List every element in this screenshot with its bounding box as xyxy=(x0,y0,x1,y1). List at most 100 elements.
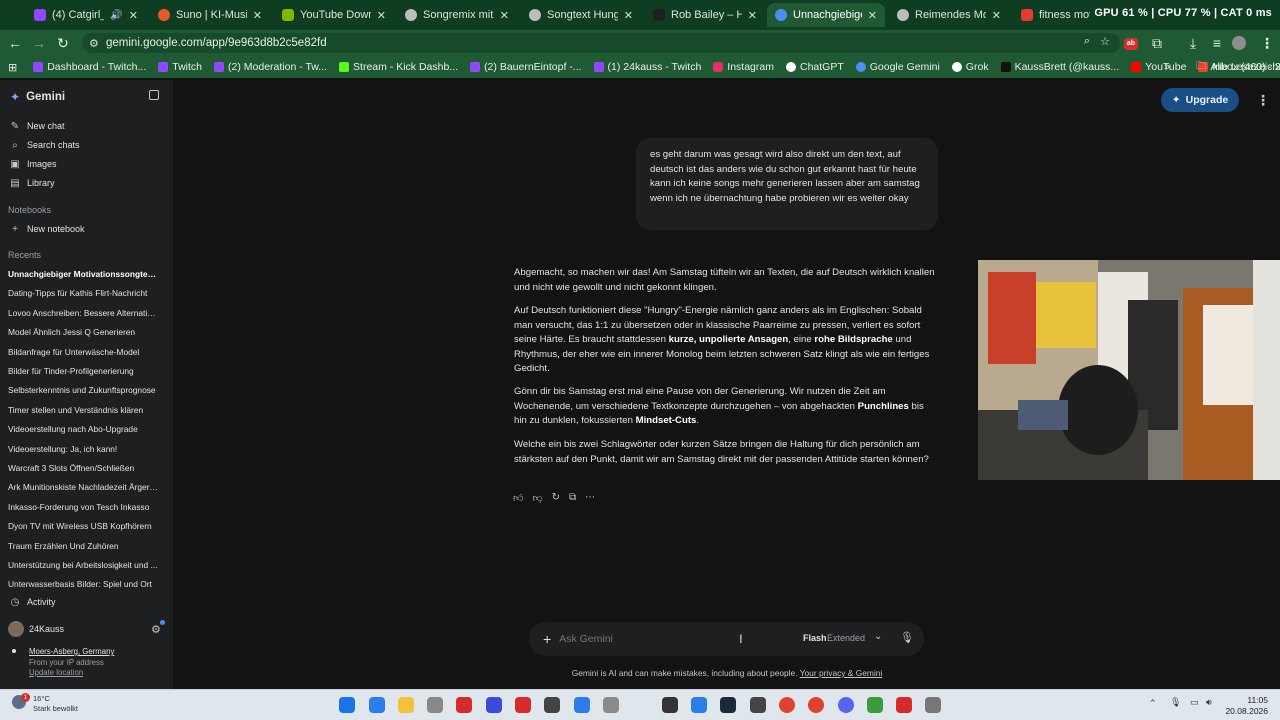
prompt-input[interactable] xyxy=(559,633,750,645)
recent-chat-item[interactable]: Inkasso-Forderung von Tesch Inkasso xyxy=(8,500,158,514)
opera-icon[interactable] xyxy=(808,697,824,713)
bookmark-item[interactable]: YouTube xyxy=(1131,61,1186,73)
avatar[interactable] xyxy=(8,621,24,637)
browser-tab[interactable]: Suno | KI-Musik ✕ xyxy=(150,3,270,27)
display-tray-icon[interactable]: ▭ xyxy=(1190,697,1199,708)
browser-tab[interactable]: Songtext Hungry Rol ✕ xyxy=(521,3,641,27)
bookmark-item[interactable]: (2) Moderation - Tw... xyxy=(214,61,327,73)
prompt-input-container[interactable]: + I Flash Extended ⌄ 🎙︎ xyxy=(529,622,924,656)
close-tab-icon[interactable]: ✕ xyxy=(500,9,509,22)
chevron-down-icon[interactable]: ⌄ xyxy=(874,631,882,642)
volume-icon[interactable]: 🔊︎ xyxy=(1206,697,1212,708)
all-bookmarks-folder[interactable]: 🗀Alle Lesezeichen xyxy=(1196,58,1280,76)
app-icon[interactable] xyxy=(750,697,766,713)
back-icon[interactable]: ← xyxy=(6,35,24,51)
bookmark-item[interactable]: ChatGPT xyxy=(785,61,844,73)
library-button[interactable]: ▤ Library xyxy=(0,174,173,192)
add-attachment-icon[interactable]: + xyxy=(543,631,551,647)
site-info-icon[interactable]: ⚙ xyxy=(89,37,99,50)
recent-chat-item[interactable]: Timer stellen und Verständnis klären xyxy=(8,403,158,417)
new-notebook-button[interactable]: + New notebook xyxy=(0,220,173,238)
bookmark-item[interactable]: Dashboard - Twitch... xyxy=(33,61,146,73)
tab-search-icon[interactable]: ≡ xyxy=(1208,35,1226,51)
windows-start-icon[interactable] xyxy=(339,697,355,713)
regenerate-icon[interactable]: ↻ xyxy=(552,492,560,504)
recent-chat-item[interactable]: Unterstützung bei Arbeitslosigkeit und .… xyxy=(8,558,158,572)
search-chats-button[interactable]: ⌕ Search chats xyxy=(0,136,173,154)
recent-chat-item[interactable]: Dating-Tipps für Kathis Flirt-Nachricht xyxy=(8,286,158,300)
bookmark-item[interactable]: Google Gemini xyxy=(855,61,940,73)
app-icon[interactable] xyxy=(603,697,619,713)
bookmark-star-icon[interactable]: ☆ xyxy=(1100,35,1110,48)
update-location-link[interactable]: Update location xyxy=(29,668,83,677)
recent-chat-item[interactable]: Lovoo Anschreiben: Bessere Alternativen xyxy=(8,306,158,320)
activity-button[interactable]: ◷ Activity xyxy=(0,593,173,611)
browser-tab[interactable]: Reimendes Motivatio ✕ xyxy=(889,3,1009,27)
close-tab-icon[interactable]: ✕ xyxy=(377,9,386,22)
microphone-icon[interactable]: 🎙︎ xyxy=(900,631,914,644)
thumbs-down-icon[interactable]: 👎︎ xyxy=(532,492,542,504)
close-tab-icon[interactable]: ✕ xyxy=(992,9,1001,22)
folder-icon[interactable] xyxy=(398,697,414,713)
images-button[interactable]: ▣ Images xyxy=(0,155,173,173)
steam-icon[interactable] xyxy=(720,697,736,713)
bookmark-item[interactable]: (1) 24kauss - Twitch xyxy=(593,61,701,73)
adblock-icon[interactable]: ab xyxy=(1124,38,1138,50)
close-tab-icon[interactable]: ✕ xyxy=(868,9,877,22)
files-icon[interactable] xyxy=(369,697,385,713)
app-icon[interactable] xyxy=(691,697,707,713)
close-tab-icon[interactable]: ✕ xyxy=(253,9,262,22)
bookmark-item[interactable]: KaussBrett (@kauss... xyxy=(1000,61,1119,73)
more-bookmarks-icon[interactable]: » xyxy=(1164,61,1170,73)
recent-chat-item[interactable]: Traum Erzählen Und Zuhören xyxy=(8,539,158,553)
app-icon[interactable] xyxy=(486,697,502,713)
thumbs-up-icon[interactable]: 👍︎ xyxy=(513,492,523,504)
close-tab-icon[interactable]: ✕ xyxy=(748,9,757,22)
browser-tab[interactable]: (4) Catgirl_Kiko - 🔊 ✕ xyxy=(26,3,146,27)
forward-icon[interactable]: → xyxy=(30,35,48,51)
app-icon[interactable] xyxy=(662,697,678,713)
close-tab-icon[interactable]: ✕ xyxy=(129,9,138,22)
weather-widget[interactable]: 16°C Stark bewölkt xyxy=(33,694,78,714)
settings-gear-icon[interactable]: ⚙ xyxy=(151,623,161,636)
url-bar[interactable]: ⚙ gemini.google.com/app/9e963d8b2c5e82fd… xyxy=(82,33,1120,53)
recent-chat-item[interactable]: Videoerstellung nach Abo-Upgrade xyxy=(8,422,158,436)
discord-icon[interactable] xyxy=(838,697,854,713)
copy-icon[interactable]: ⧉ xyxy=(569,492,576,504)
bookmark-item[interactable]: Instagram xyxy=(713,61,774,73)
bookmark-item[interactable]: Grok xyxy=(951,61,989,73)
recent-chat-item[interactable]: Warcraft 3 Slots Öffnen/Schließen xyxy=(8,461,158,475)
recent-chat-item[interactable]: Unnachgiebiger Motivationssongtext ... xyxy=(8,267,158,281)
model-name[interactable]: Flash xyxy=(803,633,827,643)
profile-avatar-icon[interactable] xyxy=(1232,36,1246,50)
recent-chat-item[interactable]: Dyon TV mit Wireless USB Kopfhörern xyxy=(8,519,158,533)
recent-chat-item[interactable]: Unterwasserbasis Bilder: Spiel und Ort xyxy=(8,577,158,591)
system-clock[interactable]: 11:05 20.08.2026 xyxy=(1225,695,1268,717)
microphone-tray-icon[interactable]: 🎙︎ xyxy=(1170,697,1181,708)
bookmark-item[interactable]: (2) BauernEintopf -... xyxy=(470,61,582,73)
reload-icon[interactable]: ↻ xyxy=(54,35,72,51)
apps-grid-icon[interactable]: ⊞ xyxy=(8,61,17,74)
app-icon[interactable] xyxy=(867,697,883,713)
app-icon[interactable] xyxy=(427,697,443,713)
chrome-icon[interactable] xyxy=(779,697,795,713)
app-icon[interactable] xyxy=(574,697,590,713)
download-icon[interactable]: ⤓ xyxy=(1184,35,1202,51)
app-icon[interactable] xyxy=(456,697,472,713)
recent-chat-item[interactable]: Model Ähnlich Jessi Q Generieren xyxy=(8,325,158,339)
recent-chat-item[interactable]: Selbsterkenntnis und Zukunftsprognose xyxy=(8,383,158,397)
browser-tab-active[interactable]: Unnachgiebiger Moti ✕ xyxy=(767,3,885,27)
new-chat-button[interactable]: ✎ New chat xyxy=(0,117,173,135)
app-icon[interactable] xyxy=(925,697,941,713)
zoom-icon[interactable]: ⌕ xyxy=(1084,35,1090,48)
bookmark-item[interactable]: Stream - Kick Dashb... xyxy=(339,61,458,73)
upgrade-button[interactable]: ✦ Upgrade xyxy=(1161,88,1239,112)
browser-tab[interactable]: YouTube Downloade ✕ xyxy=(274,3,394,27)
obs-icon[interactable] xyxy=(544,697,560,713)
close-tab-icon[interactable]: ✕ xyxy=(624,9,633,22)
more-icon[interactable]: ⋯ xyxy=(585,492,595,504)
extensions-icon[interactable]: ⧉ xyxy=(1148,35,1166,51)
collapse-sidebar-icon[interactable] xyxy=(149,90,159,100)
app-icon[interactable] xyxy=(896,697,912,713)
browser-tab[interactable]: Songremix mit Elekt ✕ xyxy=(397,3,517,27)
